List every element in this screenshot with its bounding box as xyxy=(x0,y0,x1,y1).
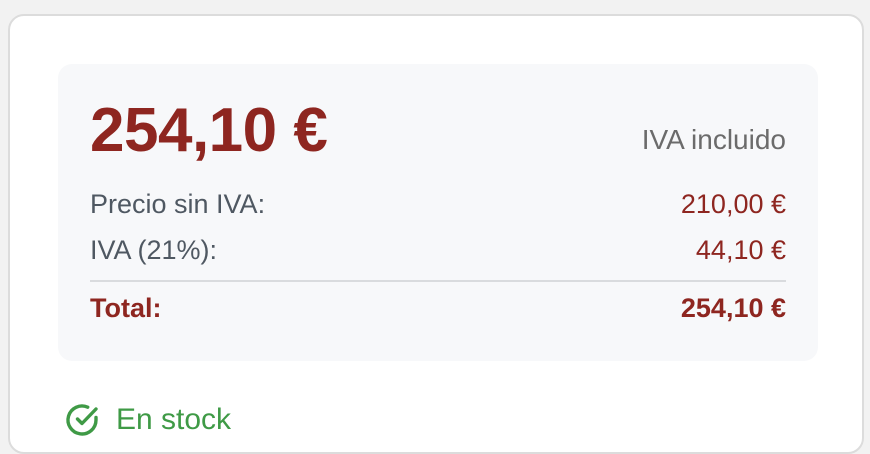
stock-status: En stock xyxy=(62,400,231,440)
price-without-vat-value: 210,00 € xyxy=(680,188,786,219)
main-price: 254,10 € xyxy=(90,96,328,165)
product-price-card: 254,10 € IVA incluido Precio sin IVA: 21… xyxy=(8,14,864,454)
vat-included-note: IVA incluido xyxy=(641,124,786,155)
total-row: Total: 254,10 € xyxy=(90,288,786,328)
price-without-vat-row: Precio sin IVA: 210,00 € xyxy=(90,184,786,224)
total-value: 254,10 € xyxy=(680,292,786,323)
vat-value: 44,10 € xyxy=(695,234,786,265)
price-without-vat-label: Precio sin IVA: xyxy=(90,188,266,219)
vat-row: IVA (21%): 44,10 € xyxy=(90,230,786,270)
stock-label: En stock xyxy=(116,403,232,436)
total-divider xyxy=(90,280,786,282)
total-label: Total: xyxy=(90,292,162,323)
check-circle-icon xyxy=(62,400,102,440)
price-summary-box: 254,10 € IVA incluido Precio sin IVA: 21… xyxy=(58,64,818,361)
vat-label: IVA (21%): xyxy=(90,234,218,265)
